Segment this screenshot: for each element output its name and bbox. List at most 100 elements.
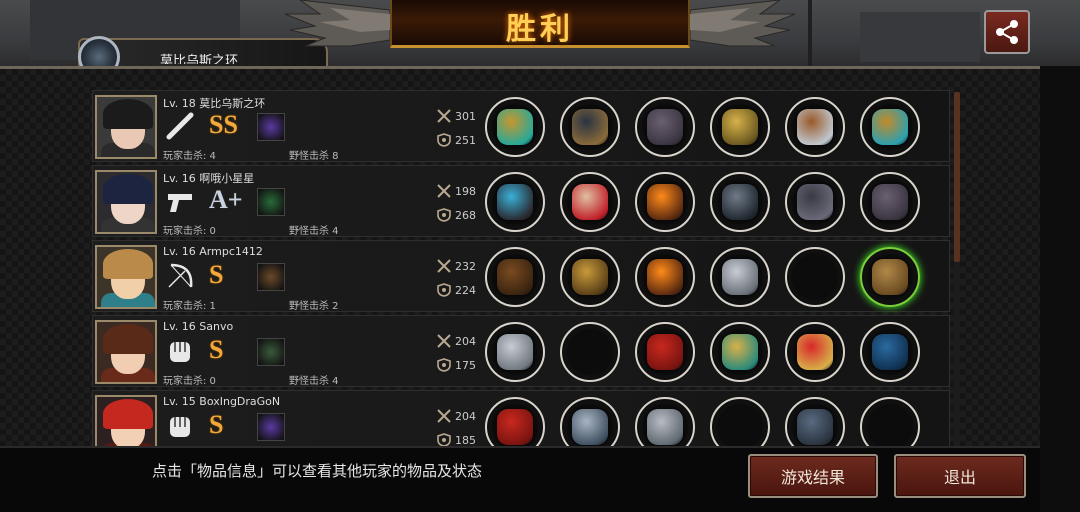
- grade-badge: S: [209, 260, 224, 289]
- spear-item-icon: [497, 109, 533, 145]
- defense-stat: 185: [437, 433, 476, 446]
- equipment-slot[interactable]: [635, 172, 695, 232]
- equipment-slot[interactable]: [485, 247, 545, 307]
- defense-stat: 224: [437, 283, 476, 297]
- player-avatar[interactable]: [95, 95, 157, 159]
- shield-icon: [437, 358, 451, 372]
- equipment-slot[interactable]: [710, 397, 770, 446]
- equipment-slot[interactable]: [635, 97, 695, 157]
- gold-helmet-item-icon: [572, 259, 608, 295]
- gauntlet-item-icon: [797, 109, 833, 145]
- equipment-slot[interactable]: [560, 97, 620, 157]
- share-button[interactable]: [984, 10, 1030, 54]
- attack-stat: 301: [437, 109, 476, 123]
- attack-stat: 204: [437, 334, 476, 348]
- defense-stat: 175: [437, 358, 476, 372]
- grade-badge: SS: [209, 110, 238, 139]
- equipment-slot[interactable]: [710, 322, 770, 382]
- monster-kills: 野怪击杀 4: [289, 226, 339, 237]
- equipment-slot[interactable]: [485, 172, 545, 232]
- grade-badge: A+: [209, 185, 243, 214]
- left-wing-ornament: [284, 0, 390, 47]
- equipment-slot[interactable]: [785, 247, 845, 307]
- player-row[interactable]: Lv. 16 啊哦小星星 A+ 玩家击杀: 0 野怪击杀 4 198 268: [92, 165, 950, 237]
- green-skill-icon: [257, 188, 285, 216]
- equipment-slot[interactable]: [485, 97, 545, 157]
- equipment-slot[interactable]: [785, 97, 845, 157]
- equipment-slot[interactable]: [860, 397, 920, 446]
- fist-icon: [170, 342, 190, 362]
- green-claw-skill-icon: [257, 338, 285, 366]
- grade-badge: S: [209, 335, 224, 364]
- steel-helmet-item-icon: [572, 409, 608, 445]
- equipment-slot[interactable]: [560, 247, 620, 307]
- fist-icon: [170, 417, 190, 437]
- player-row[interactable]: Lv. 18 莫比乌斯之环 SS 玩家击杀: 4 野怪击杀 8 301 251: [92, 90, 950, 162]
- pistol-icon: [168, 194, 192, 212]
- energy-rifle-item-icon: [497, 184, 533, 220]
- share-icon: [996, 20, 1018, 44]
- title-banner: 胜利: [390, 0, 690, 48]
- equipment-slot[interactable]: [860, 247, 920, 307]
- crossed-swords-icon: [437, 409, 451, 423]
- equipment-slot[interactable]: [635, 322, 695, 382]
- purple-skill-icon: [257, 413, 285, 441]
- victory-title: 胜利: [506, 12, 574, 47]
- grade-badge: S: [209, 410, 224, 439]
- bat-icon: [166, 112, 194, 140]
- equipment-slot[interactable]: [635, 397, 695, 446]
- list-scrollbar[interactable]: [954, 92, 960, 442]
- player-row[interactable]: Lv. 15 BoxIngDraGoN S 204 185: [92, 390, 950, 446]
- player-avatar[interactable]: [95, 170, 157, 234]
- red-shirt-item-icon: [647, 334, 683, 370]
- side-strip: [1040, 66, 1080, 512]
- player-avatar[interactable]: [95, 395, 157, 446]
- equipment-slot[interactable]: [860, 172, 920, 232]
- player-kills: 玩家击杀: 4: [163, 151, 216, 162]
- attack-stat: 198: [437, 184, 476, 198]
- shield-icon: [437, 433, 451, 446]
- equipment-slot[interactable]: [560, 397, 620, 446]
- monster-kills: 野怪击杀 2: [289, 301, 339, 312]
- crossed-swords-icon: [437, 184, 451, 198]
- monster-kills: 野怪击杀 8: [289, 151, 339, 162]
- scrollbar-thumb[interactable]: [954, 92, 960, 262]
- right-wing-ornament: [690, 0, 796, 47]
- equipment-slot[interactable]: [710, 247, 770, 307]
- player-list[interactable]: Lv. 18 莫比乌斯之环 SS 玩家击杀: 4 野怪击杀 8 301 251 Lv.…: [92, 90, 950, 446]
- equipment-slot[interactable]: [485, 322, 545, 382]
- item-info-hint: 点击「物品信息」可以查看其他玩家的物品及状态: [152, 462, 483, 480]
- player-kills: 玩家击杀: 1: [163, 301, 216, 312]
- dark-glove-item-icon: [797, 184, 833, 220]
- blue-boots-item-icon: [797, 409, 833, 445]
- silver-gauntlet-item-icon: [497, 334, 533, 370]
- equipment-slot[interactable]: [785, 397, 845, 446]
- player-row[interactable]: Lv. 16 Sanvo S 玩家击杀: 0 野怪击杀 4 204 175: [92, 315, 950, 387]
- equipment-slots: [485, 172, 935, 232]
- equipment-slot[interactable]: [710, 97, 770, 157]
- attack-stat: 204: [437, 409, 476, 423]
- crossbow-item-icon: [497, 259, 533, 295]
- equipment-slot[interactable]: [560, 322, 620, 382]
- defense-stat: 251: [437, 133, 476, 147]
- game-results-button[interactable]: 游戏结果: [748, 454, 878, 498]
- player-kills: 玩家击杀: 0: [163, 226, 216, 237]
- equipment-slot[interactable]: [560, 172, 620, 232]
- equipment-slot[interactable]: [860, 322, 920, 382]
- bow-icon: [168, 263, 193, 288]
- equipment-slot[interactable]: [635, 247, 695, 307]
- player-avatar[interactable]: [95, 245, 157, 309]
- equipment-slot[interactable]: [785, 172, 845, 232]
- equipment-slot[interactable]: [710, 172, 770, 232]
- player-avatar[interactable]: [95, 320, 157, 384]
- wing-crown-item-icon: [572, 184, 608, 220]
- exit-button[interactable]: 退出: [894, 454, 1026, 498]
- equipment-slot[interactable]: [485, 397, 545, 446]
- attack-stat: 232: [437, 259, 476, 273]
- equipment-slot[interactable]: [785, 322, 845, 382]
- equipment-slot[interactable]: [860, 97, 920, 157]
- dark-helmet-item-icon: [572, 109, 608, 145]
- flame-helmet-item-icon: [647, 184, 683, 220]
- player-row[interactable]: Lv. 16 Armpc1412 S 玩家击杀: 1 野怪击杀 2 232 224: [92, 240, 950, 312]
- blue-orb-item-icon: [872, 334, 908, 370]
